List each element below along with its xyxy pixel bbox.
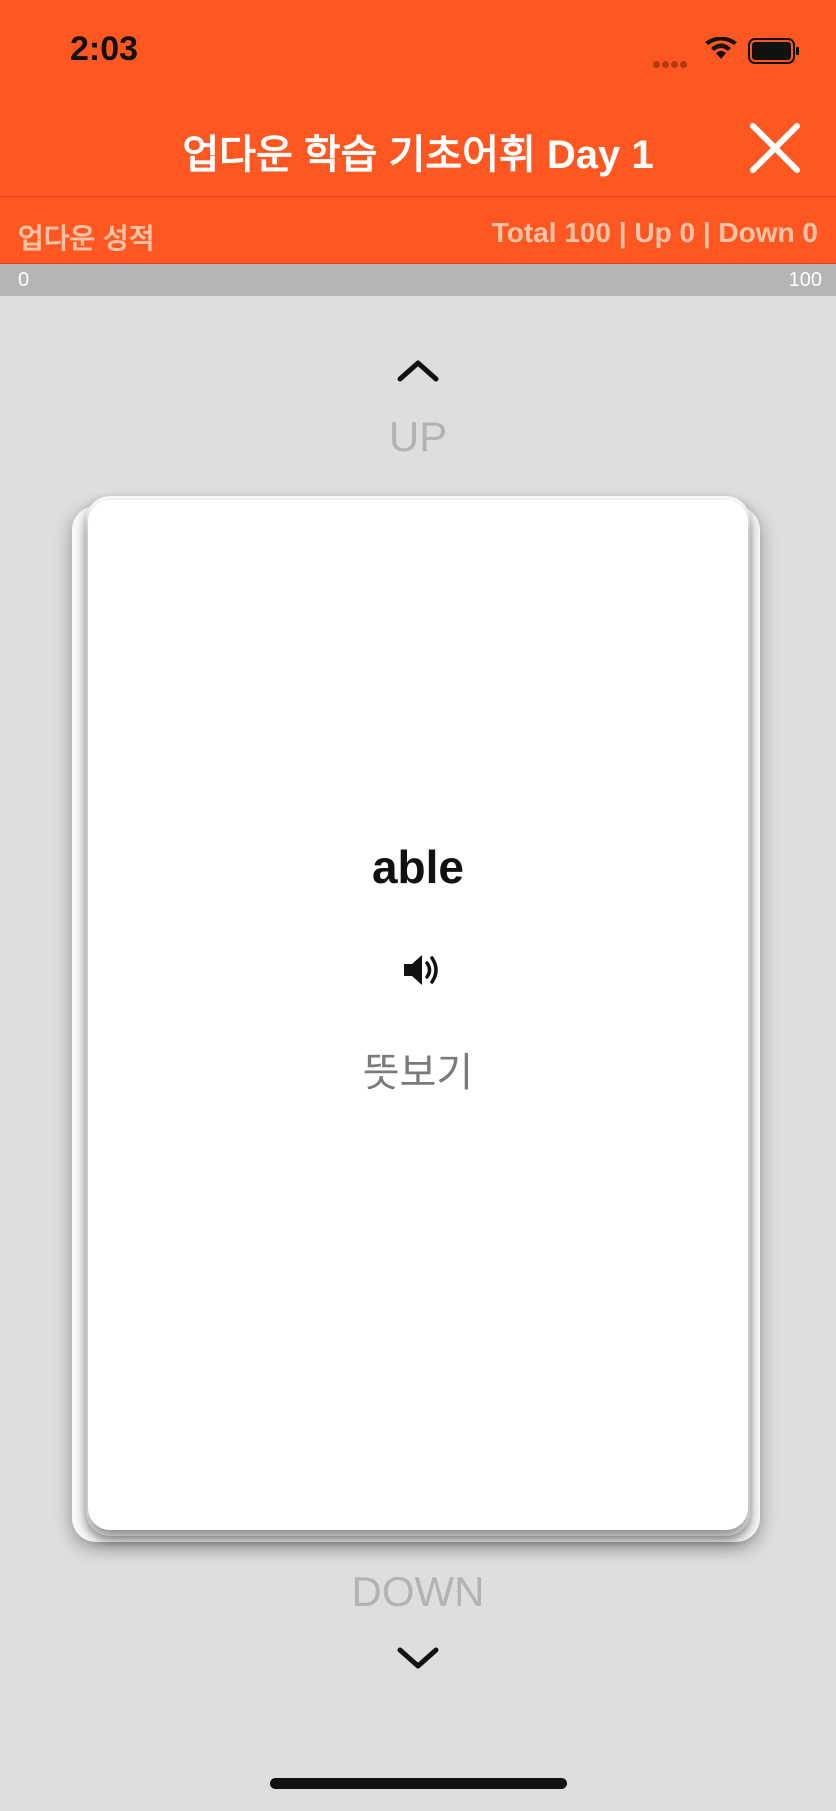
swipe-up-label[interactable]: UP bbox=[0, 413, 836, 461]
status-time: 2:03 bbox=[70, 30, 139, 68]
progress-bar: 0 100 bbox=[0, 264, 836, 296]
score-bar: 업다운 성적 Total 100 | Up 0 | Down 0 bbox=[0, 196, 836, 264]
score-summary: Total 100 | Up 0 | Down 0 bbox=[491, 217, 818, 248]
chevron-down-icon[interactable] bbox=[396, 1644, 440, 1674]
page-title: 업다운 학습 기초어휘 Day 1 bbox=[182, 133, 654, 177]
home-indicator bbox=[270, 1778, 567, 1789]
swipe-down-label[interactable]: DOWN bbox=[0, 1568, 836, 1616]
cellular-signal-icon bbox=[653, 55, 689, 73]
speaker-icon[interactable] bbox=[402, 952, 442, 988]
score-label: 업다운 성적 bbox=[18, 223, 155, 254]
wifi-icon bbox=[705, 37, 737, 59]
show-meaning-button[interactable]: 뜻보기 bbox=[88, 1040, 748, 1098]
close-icon[interactable] bbox=[745, 118, 805, 178]
progress-max-label: 100 bbox=[788, 269, 822, 291]
flashcard[interactable]: able 뜻보기 bbox=[88, 500, 748, 1530]
header-bar: 2:03 업다운 학습 기초어휘 Day 1 bbox=[0, 0, 836, 196]
battery-icon bbox=[748, 38, 799, 64]
vocab-word: able bbox=[371, 841, 465, 893]
chevron-up-icon[interactable] bbox=[396, 355, 440, 385]
flashcard-stack[interactable]: able 뜻보기 bbox=[72, 492, 764, 1542]
progress-min-label: 0 bbox=[18, 269, 30, 291]
